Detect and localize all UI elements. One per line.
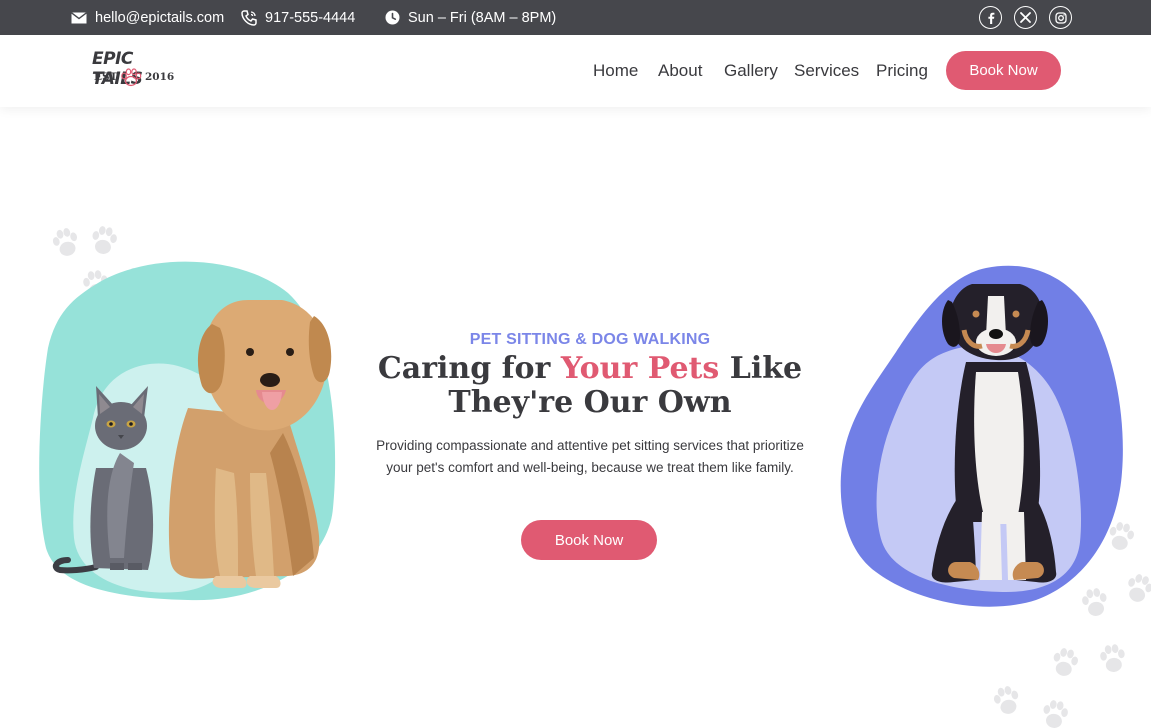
logo[interactable]: EPIC TAILS EST 2016 [92,49,182,91]
nav-services[interactable]: Services [794,35,859,107]
facebook-link[interactable] [979,6,1002,29]
nav-pricing[interactable]: Pricing [876,35,928,107]
headline-part-1: Caring for [377,351,561,386]
nav-gallery[interactable]: Gallery [724,35,778,107]
cat-and-dog-illustration [39,261,336,601]
x-icon [1020,12,1031,23]
instagram-icon [1054,11,1067,24]
phone-icon [241,9,257,26]
topbar-phone[interactable]: 917-555-4444 [241,0,355,35]
email-text: hello@epictails.com [95,9,225,26]
mail-icon [71,11,87,23]
logo-est: EST [94,71,118,83]
top-info-bar: hello@epictails.com 917-555-4444 Sun – F… [0,0,1151,35]
paw-prints-decoration-right [991,520,1151,728]
hero-description: Providing compassionate and attentive pe… [376,438,804,475]
hero-book-now-button[interactable]: Book Now [521,520,657,560]
nav-about[interactable]: About [658,35,702,107]
nav-home[interactable]: Home [593,35,638,107]
paw-icon [121,68,142,87]
clock-icon [385,10,400,25]
x-link[interactable] [1014,6,1037,29]
hours-text: Sun – Fri (8AM – 8PM) [408,9,557,26]
topbar-email[interactable]: hello@epictails.com [71,0,224,35]
site-header: EPIC TAILS EST 2016 Home About Gallery S… [0,35,1151,107]
header-book-now-button[interactable]: Book Now [946,51,1061,90]
hero-headline: Caring for Your Pets Like They're Our Ow… [340,352,840,420]
hero-eyebrow: PET SITTING & DOG WALKING [469,331,711,348]
phone-text: 917-555-4444 [265,9,356,26]
topbar-hours: Sun – Fri (8AM – 8PM) [385,0,556,35]
headline-accent: Your Pets [560,351,720,386]
instagram-link[interactable] [1049,6,1072,29]
facebook-icon [987,12,994,24]
logo-year: 2016 [145,71,175,83]
